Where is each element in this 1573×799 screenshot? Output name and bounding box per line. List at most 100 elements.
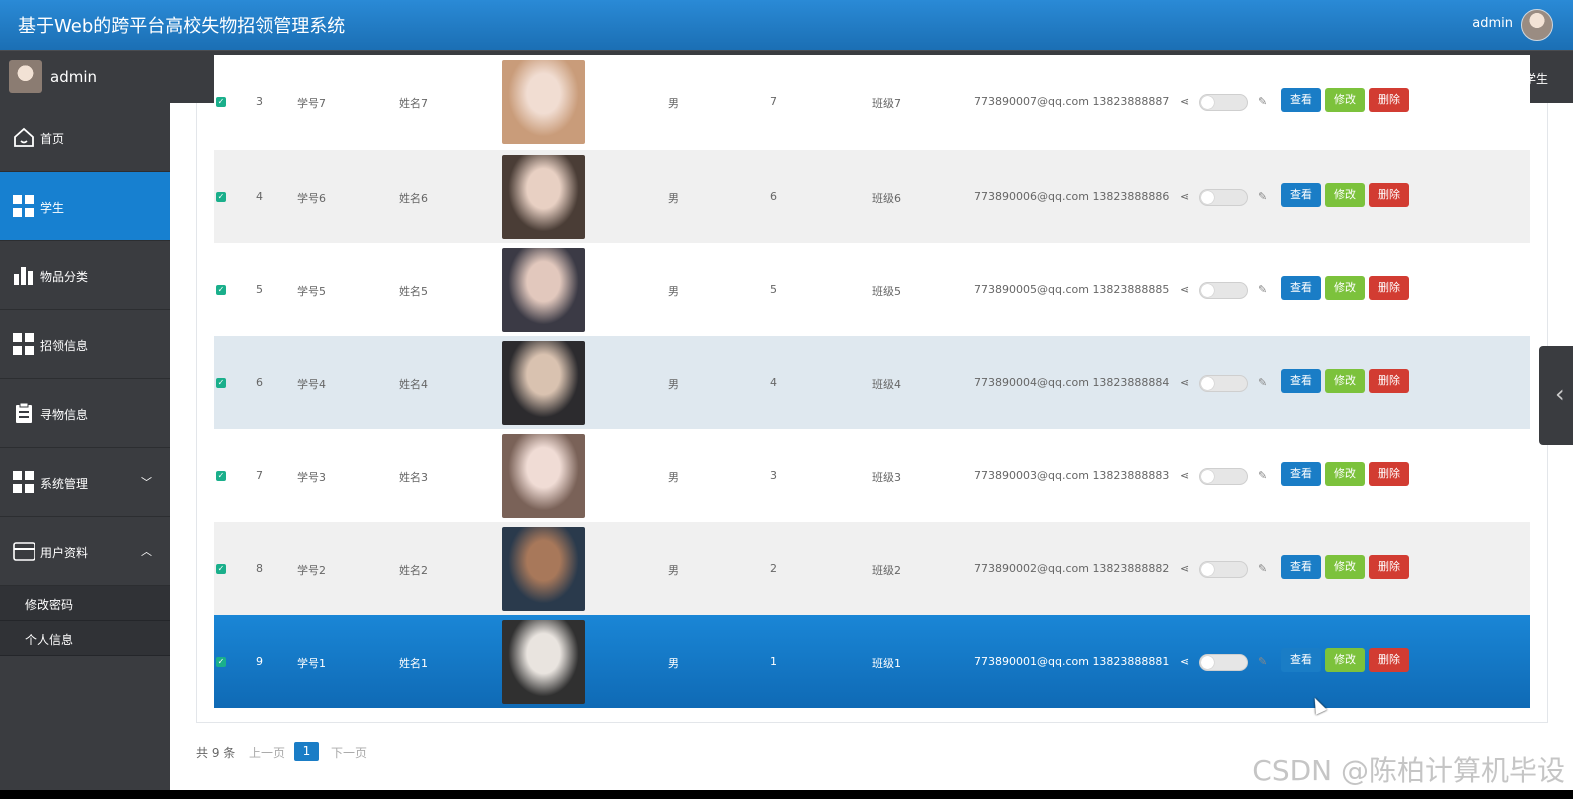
chevron-down-icon: ﹀ <box>141 476 152 489</box>
edit-button[interactable]: 修改 <box>1325 648 1365 672</box>
delete-button[interactable]: 删除 <box>1369 369 1409 393</box>
delete-button[interactable]: 删除 <box>1369 276 1409 300</box>
student-photo <box>502 527 585 611</box>
row-checkbox[interactable]: ✓ <box>216 192 226 202</box>
edit-button[interactable]: 修改 <box>1325 276 1365 300</box>
sidebar-item-label: 首页 <box>40 132 65 146</box>
sidebar-subitem-personal-info[interactable]: 个人信息 <box>0 621 170 656</box>
share-icon[interactable]: ⋖ <box>1180 95 1189 108</box>
student-id-cell: 学号4 <box>297 378 326 391</box>
card-icon <box>13 542 35 561</box>
sidebar-item-label: 学生 <box>40 201 65 215</box>
share-icon[interactable]: ⋖ <box>1180 562 1189 575</box>
delete-button[interactable]: 删除 <box>1369 462 1409 486</box>
edit-button[interactable]: 修改 <box>1325 555 1365 579</box>
share-icon[interactable]: ⋖ <box>1180 190 1189 203</box>
bar-chart-icon <box>14 267 33 285</box>
pencil-icon[interactable]: ✎ <box>1258 283 1267 296</box>
student-photo <box>502 248 585 332</box>
pencil-icon[interactable]: ✎ <box>1258 190 1267 203</box>
row-checkbox[interactable]: ✓ <box>216 97 226 107</box>
student-id-cell: 学号5 <box>297 285 326 298</box>
view-button[interactable]: 查看 <box>1281 183 1321 207</box>
prev-page-button[interactable]: 上一页 <box>249 744 285 761</box>
share-icon[interactable]: ⋖ <box>1180 469 1189 482</box>
view-button[interactable]: 查看 <box>1281 555 1321 579</box>
student-photo <box>502 620 585 704</box>
status-toggle[interactable] <box>1199 282 1248 299</box>
side-panel-toggle[interactable]: ‹ <box>1539 346 1573 445</box>
status-toggle[interactable] <box>1199 468 1248 485</box>
share-icon[interactable]: ⋖ <box>1180 283 1189 296</box>
top-header: 基于Web的跨平台高校失物招领管理系统 admin <box>0 0 1573 50</box>
share-icon[interactable]: ⋖ <box>1180 376 1189 389</box>
view-button[interactable]: 查看 <box>1281 276 1321 300</box>
delete-button[interactable]: 删除 <box>1369 648 1409 672</box>
row-checkbox[interactable]: ✓ <box>216 657 226 667</box>
row-index: 5 <box>256 283 263 296</box>
table-row[interactable]: ✓ 8 学号2 姓名2 男 2 班级2 773890002@qq.com 1382388888… <box>214 522 1530 615</box>
sidebar-item-categories[interactable]: 物品分类 <box>0 241 170 310</box>
pencil-icon[interactable]: ✎ <box>1258 95 1267 108</box>
sidebar-subitem-change-password[interactable]: 修改密码 <box>0 586 170 621</box>
table-row[interactable]: ✓ 3 学号7 姓名7 男 7 班级7 773890007@qq.com 1382388888… <box>214 55 1530 148</box>
sidebar-item-lost-items[interactable]: 寻物信息 <box>0 379 170 448</box>
next-page-button[interactable]: 下一页 <box>331 744 367 761</box>
status-toggle[interactable] <box>1199 375 1248 392</box>
view-button[interactable]: 查看 <box>1281 369 1321 393</box>
student-photo <box>502 155 585 239</box>
status-toggle[interactable] <box>1199 94 1248 111</box>
row-checkbox[interactable]: ✓ <box>216 471 226 481</box>
contact-cell: 773890006@qq.com 13823888886 <box>974 190 1170 203</box>
share-icon[interactable]: ⋖ <box>1180 655 1189 668</box>
table-row[interactable]: ✓ 4 学号6 姓名6 男 6 班级6 773890006@qq.com 1382388888… <box>214 150 1530 243</box>
age-cell: 4 <box>770 376 777 389</box>
header-username[interactable]: admin <box>1472 16 1513 31</box>
view-button[interactable]: 查看 <box>1281 462 1321 486</box>
view-button[interactable]: 查看 <box>1281 88 1321 112</box>
gender-cell: 男 <box>668 97 679 110</box>
edit-button[interactable]: 修改 <box>1325 183 1365 207</box>
contact-cell: 773890005@qq.com 13823888885 <box>974 283 1170 296</box>
header-avatar[interactable] <box>1521 9 1553 41</box>
row-checkbox[interactable]: ✓ <box>216 285 226 295</box>
delete-button[interactable]: 删除 <box>1369 183 1409 207</box>
gender-cell: 男 <box>668 192 679 205</box>
chevron-left-icon: ‹ <box>1555 380 1565 408</box>
contact-cell: 773890003@qq.com 13823888883 <box>974 469 1170 482</box>
clipboard-icon <box>16 402 32 423</box>
table-row[interactable]: ✓ 5 学号5 姓名5 男 5 班级5 773890005@qq.com 1382388888… <box>214 243 1530 336</box>
table-row[interactable]: ✓ 9 学号1 姓名1 男 1 班级1 773890001@qq.com 1382388888… <box>214 615 1530 708</box>
app-title: 基于Web的跨平台高校失物招领管理系统 <box>18 16 346 37</box>
sidebar-item-system[interactable]: 系统管理 ﹀ <box>0 448 170 517</box>
status-toggle[interactable] <box>1199 189 1248 206</box>
contact-cell: 773890001@qq.com 13823888881 <box>974 655 1170 668</box>
pencil-icon[interactable]: ✎ <box>1258 376 1267 389</box>
view-button[interactable]: 查看 <box>1281 648 1321 672</box>
row-checkbox[interactable]: ✓ <box>216 564 226 574</box>
pencil-icon[interactable]: ✎ <box>1258 469 1267 482</box>
age-cell: 6 <box>770 190 777 203</box>
sidebar-item-students[interactable]: 学生 <box>0 172 170 241</box>
sidebar-item-label: 寻物信息 <box>40 408 89 422</box>
sidebar-item-profile[interactable]: 用户资料 ︿ <box>0 517 170 586</box>
table-row[interactable]: ✓ 6 学号4 姓名4 男 4 班级4 773890004@qq.com 1382388888… <box>214 336 1530 429</box>
name-cell: 姓名6 <box>399 192 428 205</box>
status-toggle[interactable] <box>1199 561 1248 578</box>
status-toggle[interactable] <box>1199 654 1248 671</box>
sidebar-item-home[interactable]: 首页 <box>0 103 170 172</box>
current-page-button[interactable]: 1 <box>294 742 319 761</box>
pencil-icon[interactable]: ✎ <box>1258 562 1267 575</box>
edit-button[interactable]: 修改 <box>1325 462 1365 486</box>
delete-button[interactable]: 删除 <box>1369 555 1409 579</box>
age-cell: 5 <box>770 283 777 296</box>
pencil-icon[interactable]: ✎ <box>1258 655 1267 668</box>
row-checkbox[interactable]: ✓ <box>216 378 226 388</box>
edit-button[interactable]: 修改 <box>1325 88 1365 112</box>
table-row[interactable]: ✓ 7 学号3 姓名3 男 3 班级3 773890003@qq.com 1382388888… <box>214 429 1530 522</box>
avatar <box>9 60 42 93</box>
delete-button[interactable]: 删除 <box>1369 88 1409 112</box>
name-cell: 姓名4 <box>399 378 428 391</box>
sidebar-item-found-items[interactable]: 招领信息 <box>0 310 170 379</box>
edit-button[interactable]: 修改 <box>1325 369 1365 393</box>
